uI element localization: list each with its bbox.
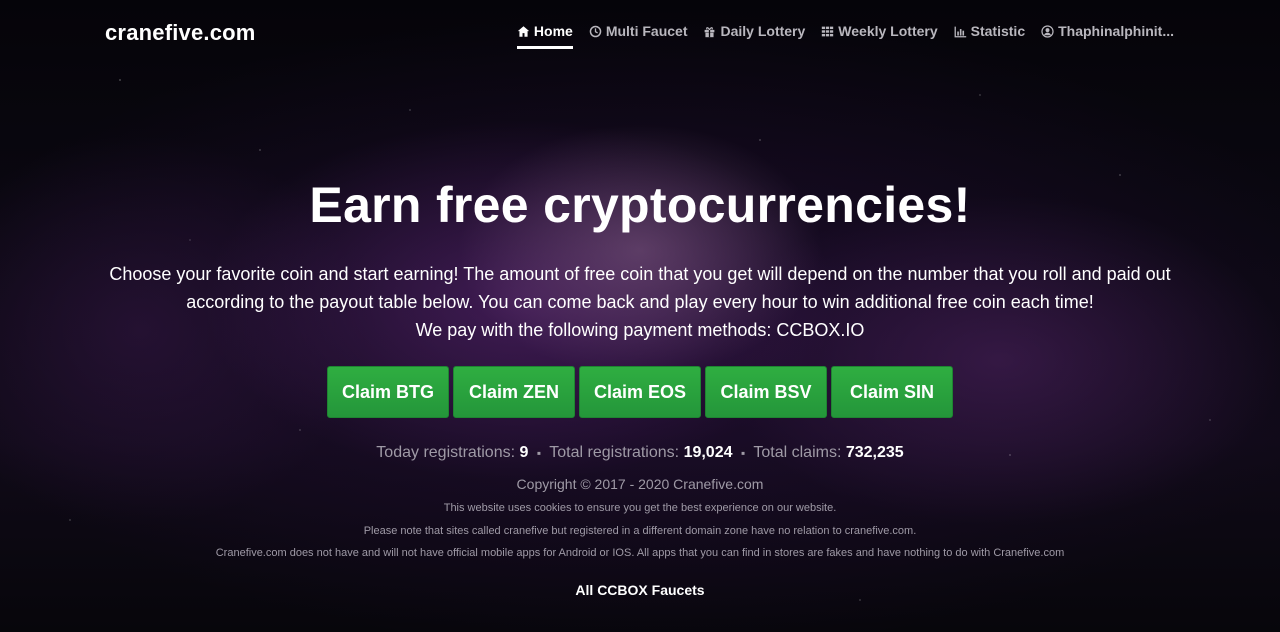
- claim-eos-button[interactable]: Claim EOS: [579, 366, 701, 418]
- nav-home-label: Home: [533, 23, 573, 39]
- user-circle-icon: [1041, 24, 1054, 38]
- claim-bsv-button[interactable]: Claim BSV: [705, 366, 827, 418]
- nav-home[interactable]: Home: [516, 20, 573, 49]
- total-registrations-value: 19,024: [683, 444, 733, 461]
- clock-icon: [589, 25, 602, 38]
- nav-multi-faucet-label: Multi Faucet: [605, 23, 688, 39]
- grid-icon: [821, 25, 834, 38]
- nav-statistic-label: Statistic: [970, 23, 1026, 39]
- hero-title: Earn free cryptocurrencies!: [309, 177, 971, 233]
- all-ccbox-faucets-link[interactable]: All CCBOX Faucets: [0, 582, 1280, 598]
- home-icon: [517, 25, 530, 38]
- nav-user-account[interactable]: Thaphinalphinit...: [1041, 20, 1174, 42]
- hero-description-line-1: Choose your favorite coin and start earn…: [109, 264, 1171, 284]
- site-logo[interactable]: cranefive.com: [105, 20, 256, 46]
- claim-sin-button[interactable]: Claim SIN: [831, 366, 953, 418]
- claim-btg-button[interactable]: Claim BTG: [327, 366, 449, 418]
- today-registrations-value: 9: [519, 444, 529, 461]
- claim-zen-button[interactable]: Claim ZEN: [453, 366, 575, 418]
- main-nav: Home Multi Faucet Daily Lottery Weekly L…: [516, 20, 1174, 49]
- bar-chart-icon: [954, 25, 967, 38]
- claim-button-group: Claim BTG Claim ZEN Claim EOS Claim BSV …: [0, 366, 1280, 418]
- stats-separator: ▪: [536, 446, 542, 460]
- nav-weekly-lottery[interactable]: Weekly Lottery: [821, 20, 938, 42]
- nav-statistic[interactable]: Statistic: [954, 20, 1025, 42]
- today-registrations-label: Today registrations:: [376, 444, 516, 461]
- hero-description: Choose your favorite coin and start earn…: [100, 260, 1180, 344]
- nav-multi-faucet[interactable]: Multi Faucet: [589, 20, 688, 42]
- nav-weekly-lottery-label: Weekly Lottery: [838, 23, 938, 39]
- nav-daily-lottery-label: Daily Lottery: [720, 23, 806, 39]
- total-claims-label: Total claims:: [753, 444, 842, 461]
- nav-daily-lottery[interactable]: Daily Lottery: [703, 20, 805, 42]
- gift-icon: [703, 25, 716, 38]
- total-claims-value: 732,235: [845, 444, 904, 461]
- site-statistics: Today registrations: 9 ▪ Total registrat…: [0, 444, 1280, 462]
- nav-user-account-label: Thaphinalphinit...: [1058, 23, 1174, 39]
- total-registrations-label: Total registrations:: [549, 444, 680, 461]
- stats-separator: ▪: [740, 446, 746, 460]
- cookie-notice: This website uses cookies to ensure you …: [443, 502, 837, 514]
- hero-payment-methods: We pay with the following payment method…: [415, 320, 865, 340]
- mobile-app-notice: Cranefive.com does not have and will not…: [215, 547, 1065, 559]
- domain-notice: Please note that sites called cranefive …: [363, 525, 917, 537]
- copyright-text: Copyright © 2017 - 2020 Cranefive.com: [516, 476, 764, 492]
- hero-description-line-2: according to the payout table below. You…: [186, 292, 1094, 312]
